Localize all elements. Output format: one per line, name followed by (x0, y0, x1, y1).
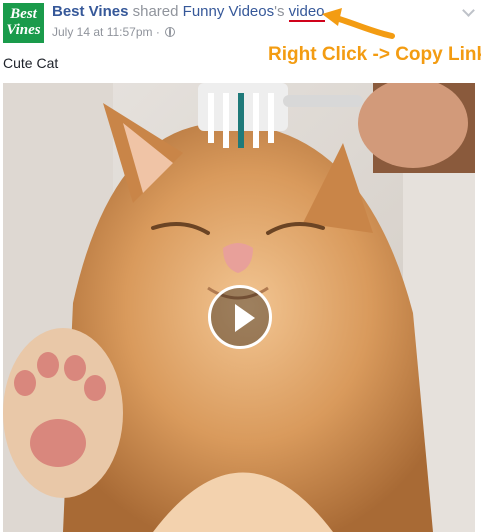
post-meta: July 14 at 11:57pm · (52, 25, 176, 39)
post-header: Best Vines shared Funny Videos's video (52, 3, 325, 22)
post-caption: Cute Cat (3, 55, 59, 71)
facebook-post: Best Vines Best Vines shared Funny Video… (0, 0, 481, 532)
page-avatar[interactable]: Best Vines (3, 3, 44, 43)
shared-from-link[interactable]: Funny Videos (183, 3, 274, 20)
timestamp-link[interactable]: July 14 at 11:57pm (52, 25, 153, 39)
meta-separator: · (155, 25, 160, 39)
avatar-text-line1: Best (10, 6, 37, 22)
globe-icon[interactable] (165, 27, 176, 37)
play-button[interactable] (208, 285, 272, 349)
annotation-arrow-icon (322, 8, 395, 39)
page-name-link[interactable]: Best Vines (52, 3, 128, 20)
annotation-text: Right Click -> Copy Link (268, 44, 481, 65)
avatar-text-line2: Vines (6, 22, 41, 38)
action-text: shared (132, 3, 179, 20)
chevron-down-icon[interactable] (462, 4, 475, 17)
possessive-text: 's (274, 3, 285, 20)
video-player[interactable] (3, 83, 475, 532)
